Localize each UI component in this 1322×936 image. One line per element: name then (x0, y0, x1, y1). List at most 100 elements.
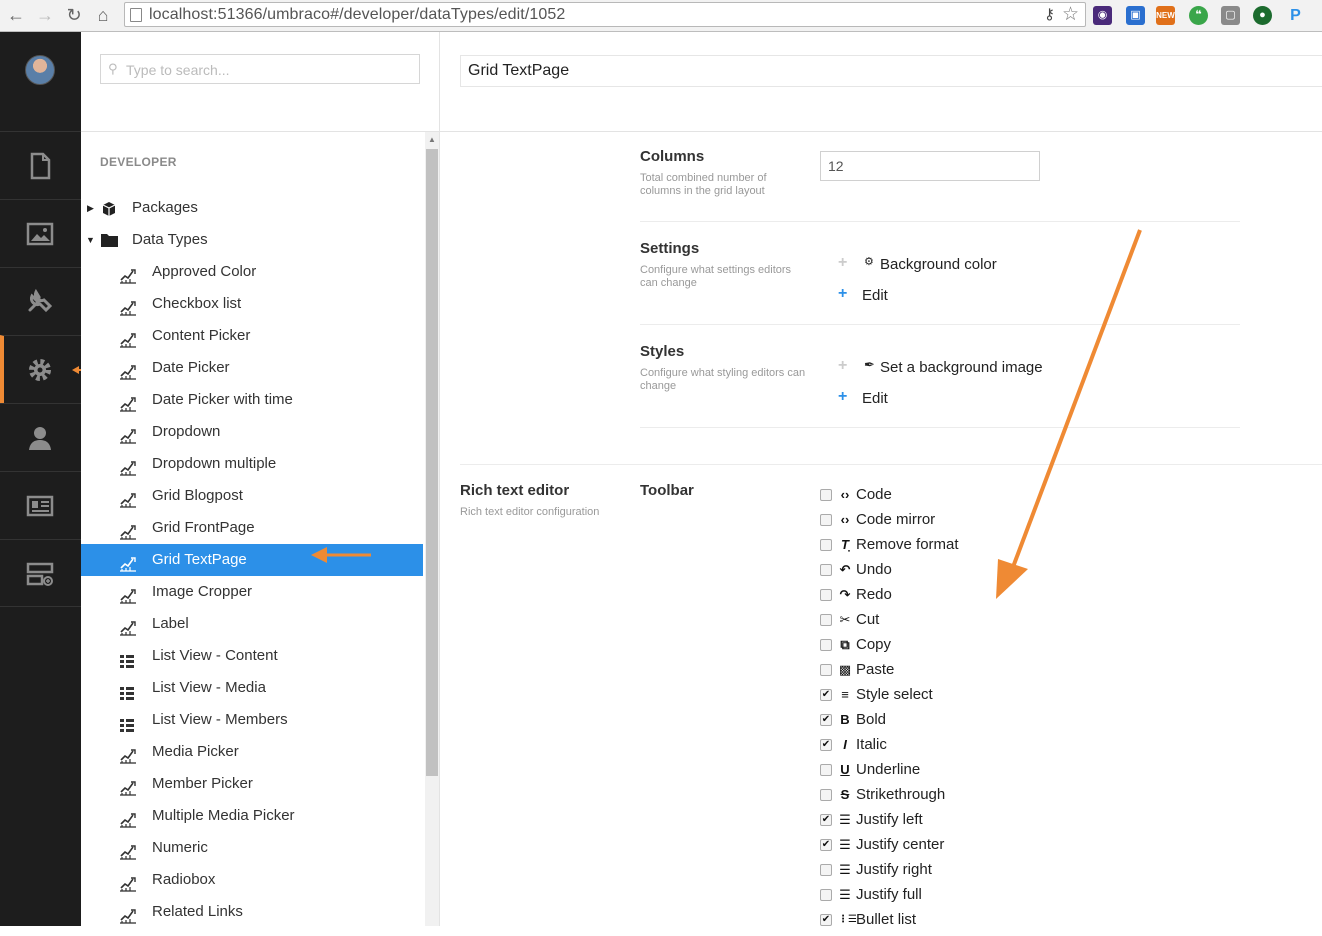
add-icon[interactable]: + (838, 388, 847, 406)
bookmark-star-icon[interactable]: ☆ (1062, 3, 1079, 26)
checkbox[interactable] (820, 889, 832, 901)
extension-icon[interactable]: ◉ (1093, 6, 1112, 25)
extension-icon[interactable]: P (1286, 6, 1305, 25)
toolbar-option[interactable]: ⧉ Copy (820, 632, 1120, 657)
tree-node-datatype[interactable]: Radiobox (81, 864, 423, 896)
checkbox-checked[interactable]: ✔ (820, 914, 832, 926)
address-bar[interactable]: localhost:51366/umbraco#/developer/dataT… (124, 2, 1086, 27)
tree-node-datatype[interactable]: Label (81, 608, 423, 640)
checkbox[interactable] (820, 639, 832, 651)
toolbar-option[interactable]: S Strikethrough (820, 782, 1120, 807)
checkbox[interactable] (820, 489, 832, 501)
section-users[interactable] (0, 403, 81, 471)
tree-node-label: Checkbox list (152, 295, 242, 312)
tree-node-label: Grid TextPage (152, 551, 247, 568)
avatar[interactable] (25, 55, 55, 85)
tree-node-data-types[interactable]: ▼ Data Types (81, 224, 423, 256)
section-settings[interactable] (0, 267, 81, 335)
toolbar-option[interactable]: ▩ Paste (820, 657, 1120, 682)
toolbar-option[interactable]: ✂ Cut (820, 607, 1120, 632)
tree-node-datatype[interactable]: Media Picker (81, 736, 423, 768)
tree-node-packages[interactable]: ▶ Packages (81, 192, 423, 224)
checkbox[interactable] (820, 564, 832, 576)
remove-format-icon: Ṭ (841, 537, 849, 552)
annotation-arrow-icon (996, 229, 1142, 599)
tree-node-datatype[interactable]: Checkbox list (81, 288, 423, 320)
section-media[interactable] (0, 199, 81, 267)
gear-icon: ⚙ (864, 256, 874, 268)
drag-handle-icon[interactable]: + (838, 254, 847, 272)
toolbar-option[interactable]: ✔ ≡ Style select (820, 682, 1120, 707)
checkbox[interactable] (820, 589, 832, 601)
checkbox[interactable] (820, 764, 832, 776)
toolbar-option[interactable]: ✔ ⋮☰ Bullet list (820, 907, 1120, 932)
extension-icon[interactable]: ▢ (1221, 6, 1240, 25)
checkbox[interactable] (820, 664, 832, 676)
tree-node-datatype[interactable]: Approved Color (81, 256, 423, 288)
tree-node-datatype[interactable]: Date Picker with time (81, 384, 423, 416)
settings-item[interactable]: Background color (880, 256, 997, 273)
extension-icon[interactable]: ▣ (1126, 6, 1145, 25)
toolbar-option[interactable]: ☰ Justify right (820, 857, 1120, 882)
address-url[interactable]: localhost:51366/umbraco#/developer/dataT… (149, 6, 565, 24)
section-members[interactable] (0, 471, 81, 539)
checkbox-checked[interactable]: ✔ (820, 739, 832, 751)
scroll-up-icon[interactable]: ▲ (428, 135, 436, 144)
settings-edit-link[interactable]: Edit (862, 287, 888, 304)
key-icon[interactable]: ⚷ (1044, 5, 1055, 23)
columns-input[interactable]: 12 (820, 151, 1040, 181)
checkbox-checked[interactable]: ✔ (820, 714, 832, 726)
tree-node-datatype[interactable]: Image Cropper (81, 576, 423, 608)
toolbar-option[interactable]: U Underline (820, 757, 1120, 782)
tree-node-datatype[interactable]: Grid Blogpost (81, 480, 423, 512)
toolbar-option[interactable]: ✔ I Italic (820, 732, 1120, 757)
section-developer[interactable] (0, 335, 92, 403)
tree-node-datatype[interactable]: Dropdown (81, 416, 423, 448)
checkbox[interactable] (820, 514, 832, 526)
section-content[interactable] (0, 131, 81, 199)
tree-node-datatype[interactable]: Multiple Media Picker (81, 800, 423, 832)
tree-scrollbar[interactable]: ▲ (425, 132, 439, 926)
caret-right-icon[interactable]: ▶ (87, 192, 94, 224)
checkbox[interactable] (820, 614, 832, 626)
tree-node-datatype[interactable]: Numeric (81, 832, 423, 864)
tree-node-datatype[interactable]: List View - Members (81, 704, 423, 736)
checkbox[interactable] (820, 864, 832, 876)
back-icon[interactable]: ← (4, 3, 28, 27)
new-badge-extension-icon[interactable]: NEW (1156, 6, 1175, 25)
tree-node-label: Date Picker (152, 359, 230, 376)
search-input[interactable]: ⚲ Type to search... (100, 54, 420, 84)
tree-node-datatype[interactable]: Related Links (81, 896, 423, 928)
tree-node-datatype[interactable]: Member Picker (81, 768, 423, 800)
tree-node-datatype[interactable]: List View - Content (81, 640, 423, 672)
reload-icon[interactable]: ↻ (62, 3, 86, 27)
tree-node-datatype[interactable]: Dropdown multiple (81, 448, 423, 480)
tree-node-datatype[interactable]: Grid FrontPage (81, 512, 423, 544)
extension-icon[interactable]: ❝ (1189, 6, 1208, 25)
tree-node-datatype[interactable]: Date Picker (81, 352, 423, 384)
home-icon[interactable]: ⌂ (91, 3, 115, 27)
checkbox-checked[interactable]: ✔ (820, 814, 832, 826)
checkbox[interactable] (820, 539, 832, 551)
drag-handle-icon[interactable]: + (838, 357, 847, 375)
toolbar-option[interactable]: ✔ B Bold (820, 707, 1120, 732)
add-icon[interactable]: + (838, 285, 847, 303)
section-forms[interactable] (0, 539, 81, 607)
checkbox[interactable] (820, 789, 832, 801)
tree-node-datatype[interactable]: Content Picker (81, 320, 423, 352)
datatype-name-input[interactable]: Grid TextPage (460, 55, 1322, 87)
bold-icon: B (840, 712, 850, 727)
toolbar-option[interactable]: ☰ Justify full (820, 882, 1120, 907)
extension-icon[interactable]: ● (1253, 6, 1272, 25)
caret-down-icon[interactable]: ▼ (86, 224, 95, 256)
paste-icon: ▩ (838, 662, 852, 677)
toolbar-option[interactable]: ✔ ☰ Justify center (820, 832, 1120, 857)
tree-node-datatype[interactable]: List View - Media (81, 672, 423, 704)
toolbar-option[interactable]: ✔ ☰ Justify left (820, 807, 1120, 832)
styles-edit-link[interactable]: Edit (862, 390, 888, 407)
tree-node-label: Dropdown (152, 423, 221, 440)
scrollbar-thumb[interactable] (426, 149, 438, 776)
forward-icon[interactable]: → (33, 3, 57, 27)
checkbox-checked[interactable]: ✔ (820, 839, 832, 851)
checkbox-checked[interactable]: ✔ (820, 689, 832, 701)
